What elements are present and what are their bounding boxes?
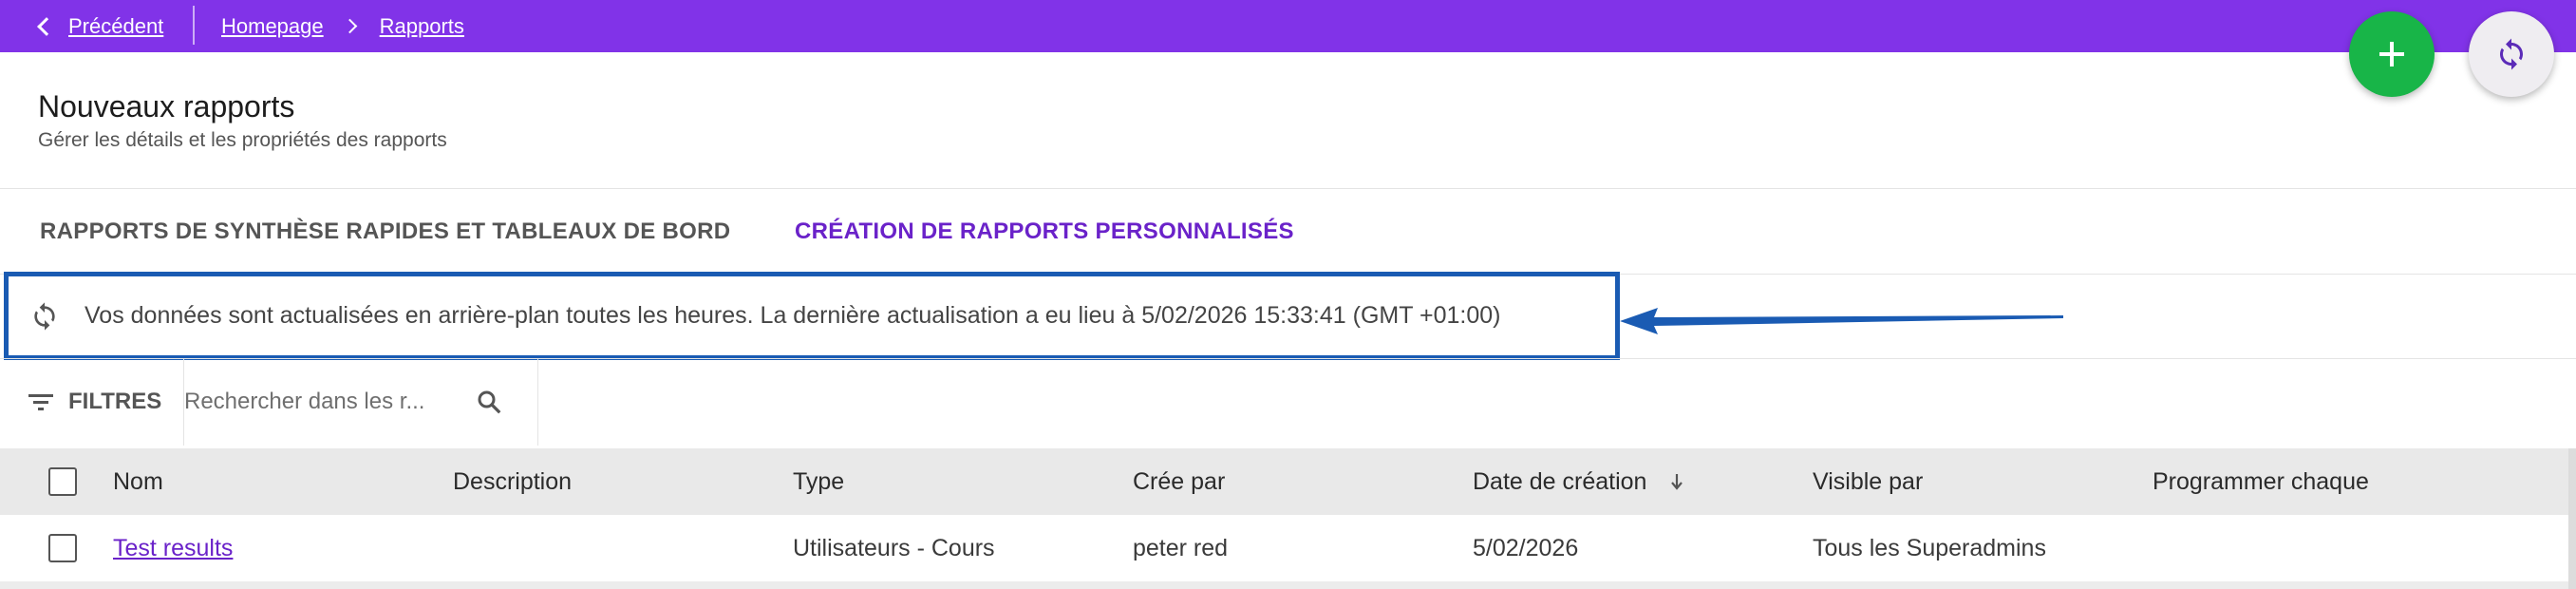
page-subtitle: Gérer les détails et les propriétés des … [38,129,447,151]
table-row [0,581,2568,589]
page-title: Nouveaux rapports [38,89,295,124]
row-nom: Test results [113,515,233,581]
refresh-notice-text: Vos données sont actualisées en arrière-… [85,302,1501,329]
filters-label: FILTRES [68,388,162,414]
sync-icon [29,301,60,332]
chevron-left-icon [37,16,56,36]
row-checkbox[interactable] [48,534,77,562]
divider [0,188,2576,189]
search-box[interactable] [184,378,507,426]
top-bar: Précédent Homepage Rapports [0,0,2576,52]
table-header: Nom Description Type Crée par Date de cr… [0,448,2568,515]
column-header-type[interactable]: Type [793,448,844,515]
breadcrumb-rapports[interactable]: Rapports [380,14,464,39]
column-header-programmer[interactable]: Programmer chaque [2153,448,2369,515]
row-cree-par: peter red [1133,534,1229,561]
row-type: Utilisateurs - Cours [793,534,995,561]
table-row[interactable]: Test results Utilisateurs - Cours peter … [0,515,2568,581]
search-icon[interactable] [475,388,503,416]
report-link[interactable]: Test results [113,535,233,562]
search-input[interactable] [184,389,460,415]
tab-custom-reports[interactable]: CRÉATION DE RAPPORTS PERSONNALISÉS [795,218,1294,245]
scrollbar[interactable] [2568,448,2576,589]
column-header-cree-par[interactable]: Crée par [1133,448,1225,515]
column-header-date-creation[interactable]: Date de création [1473,448,1686,515]
back-link-label[interactable]: Précédent [68,14,163,39]
topbar-divider [193,6,195,45]
breadcrumb-homepage[interactable]: Homepage [221,14,324,39]
back-link[interactable]: Précédent [34,0,163,52]
column-header-nom[interactable]: Nom [113,448,163,515]
divider [0,358,2576,359]
filters-button[interactable]: FILTRES [27,375,161,428]
column-header-date-creation-label: Date de création [1473,467,1647,495]
add-report-button[interactable] [2349,11,2435,97]
row-date-creation: 5/02/2026 [1473,534,1579,561]
filter-icon [27,390,55,413]
arrow-down-icon[interactable] [1667,470,1686,493]
breadcrumb: Homepage Rapports [221,0,464,52]
select-all-checkbox[interactable] [48,467,77,496]
annotation-arrow [1620,308,2063,334]
refresh-notice: Vos données sont actualisées en arrière-… [4,272,1620,360]
column-header-description[interactable]: Description [453,448,572,515]
chevron-right-icon [342,18,357,34]
tab-quick-reports[interactable]: RAPPORTS DE SYNTHÈSE RAPIDES ET TABLEAUX… [40,218,730,245]
divider [537,359,538,446]
refresh-button[interactable] [2469,11,2554,97]
column-header-visible-par[interactable]: Visible par [1813,448,1923,515]
row-visible-par: Tous les Superadmins [1813,534,2046,561]
sync-icon [2500,38,2523,70]
